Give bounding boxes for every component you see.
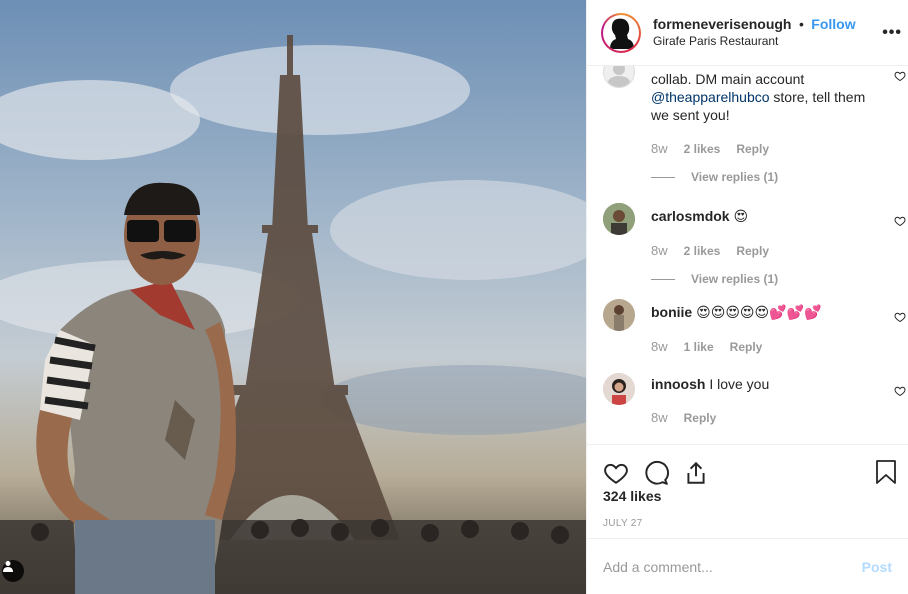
comment-item: boniie 😍😍😍😍😍💕💕💕 8w 1 like Reply [603,299,908,359]
comment-likes[interactable]: 2 likes [684,242,721,260]
commenter-avatar[interactable] [603,299,635,331]
comment-text: 😍 [733,209,749,225]
comment-item: innoosh I love you 8w Reply [603,373,908,433]
follow-button[interactable]: Follow [811,16,855,32]
heart-icon [604,463,628,484]
replies-divider [651,278,675,280]
avatar-photo [603,203,635,235]
silhouette-icon [610,18,634,49]
like-button[interactable] [603,460,629,486]
photo-illustration [0,0,586,594]
comments-list[interactable]: ............... ................. collab… [587,66,908,444]
default-avatar-icon [607,66,631,87]
post-header: formeneverisenough • Follow Girafe Paris… [587,0,908,66]
commenter-avatar[interactable] [603,66,635,88]
add-comment-bar: Post [587,538,908,594]
avatar-photo [603,373,635,405]
comment-text-line: collab. DM main account [651,71,805,87]
author-avatar[interactable] [601,12,641,53]
comment-username[interactable]: innoosh [651,376,705,392]
post-comment-button[interactable]: Post [862,559,892,575]
view-replies-button[interactable]: View replies (1) [603,270,880,288]
comment-like-heart-icon[interactable] [894,215,906,227]
post-sidebar: formeneverisenough • Follow Girafe Paris… [586,0,908,594]
comment-time[interactable]: 8w [651,140,668,158]
comment-button[interactable] [643,460,669,486]
bookmark-icon [876,460,896,484]
comment-text: I love you [709,376,770,392]
commenter-avatar[interactable] [603,373,635,405]
share-button[interactable] [683,460,709,486]
comment-time[interactable]: 8w [651,338,668,356]
comment-username[interactable]: boniie [651,304,692,320]
save-button[interactable] [874,459,898,490]
comment-item: carlosmdok 😍 8w 2 likes Reply View repli… [603,203,908,286]
comment-input[interactable] [603,558,862,575]
view-replies-button[interactable]: View replies (1) [603,168,880,186]
share-icon [687,461,705,484]
post-date[interactable]: JULY 27 [587,518,908,529]
reply-button[interactable]: Reply [736,242,769,260]
comment-like-heart-icon[interactable] [894,70,906,82]
replies-divider [651,176,675,178]
author-username[interactable]: formeneverisenough [653,16,791,32]
location-link[interactable]: Girafe Paris Restaurant [653,33,856,50]
comment-time[interactable]: 8w [651,409,668,427]
comment-like-heart-icon[interactable] [894,311,906,323]
post-actions-bar [587,444,908,500]
instagram-post-modal: formeneverisenough • Follow Girafe Paris… [0,0,908,594]
comment-text-line: we sent you! [651,107,730,123]
comment-item: ............... ................. collab… [603,66,908,186]
comment-time[interactable]: 8w [651,242,668,260]
comment-like-heart-icon[interactable] [894,385,906,397]
comment-text: 😍😍😍😍😍💕💕💕 [696,305,822,321]
view-replies-label: View replies (1) [691,170,779,184]
comment-username[interactable]: carlosmdok [651,208,730,224]
avatar-photo [603,299,635,331]
mention-link[interactable]: @theapparelhubco [651,89,770,105]
comment-likes[interactable]: 1 like [684,338,714,356]
comment-likes[interactable]: 2 likes [684,140,721,158]
comment-icon [645,460,669,485]
reply-button[interactable]: Reply [736,140,769,158]
comment-text-line: store, tell them [769,89,866,105]
person-tag-icon [3,561,13,572]
reply-button[interactable]: Reply [684,409,717,427]
tag-button[interactable] [2,560,24,582]
post-photo[interactable] [0,0,586,594]
more-options-icon[interactable]: ••• [882,24,902,42]
reply-button[interactable]: Reply [730,338,763,356]
separator-dot: • [798,15,804,32]
commenter-avatar[interactable] [603,203,635,235]
view-replies-label: View replies (1) [691,272,779,286]
